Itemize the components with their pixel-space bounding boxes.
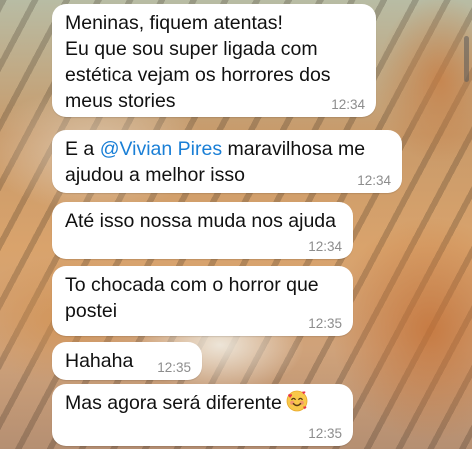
message-text: Até isso nossa muda nos ajuda [65,210,337,232]
message-bubble[interactable]: Hahaha 12:35 [52,342,202,380]
message-timestamp: 12:35 [308,426,342,441]
message-timestamp: 12:35 [157,360,191,375]
message-timestamp: 12:34 [308,239,342,254]
user-mention-link[interactable]: @Vivian Pires [100,138,222,160]
message-text-prefix: E a [65,138,100,160]
smiling-face-with-hearts-icon [286,390,308,419]
message-bubble[interactable]: E a @Vivian Pires maravilhosa me ajudou … [52,130,402,193]
message-text: Meninas, fiquem atentas! Eu que sou supe… [65,12,331,112]
message-timestamp: 12:34 [331,97,365,112]
message-text: To chocada com o horror que postei [65,274,319,322]
message-bubble[interactable]: Mas agora será diferente 12:35 [52,384,353,446]
scrollbar[interactable] [464,36,469,82]
message-bubble[interactable]: Até isso nossa muda nos ajuda 12:34 [52,202,353,259]
message-timestamp: 12:34 [357,173,391,188]
message-timestamp: 12:35 [308,316,342,331]
message-bubble[interactable]: Meninas, fiquem atentas! Eu que sou supe… [52,4,376,117]
message-text: E a @Vivian Pires maravilhosa me ajudou … [65,136,390,188]
message-text: Mas agora será diferente [65,390,341,419]
message-text-body: Mas agora será diferente [65,392,282,414]
message-bubble[interactable]: To chocada com o horror que postei 12:35 [52,266,353,336]
